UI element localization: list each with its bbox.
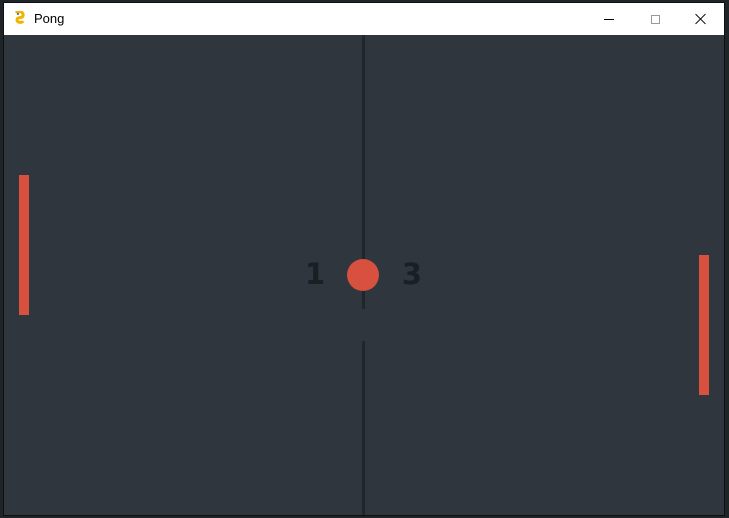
maximize-button[interactable] xyxy=(632,3,678,35)
maximize-icon xyxy=(650,14,660,24)
pygame-snake-icon xyxy=(14,11,25,24)
minimize-icon xyxy=(604,18,614,20)
desktop-background: Pong 1 3 xyxy=(0,0,729,518)
pong-window: Pong 1 3 xyxy=(3,2,725,516)
window-title: Pong xyxy=(34,11,65,26)
close-button[interactable] xyxy=(678,3,724,35)
ball xyxy=(347,259,379,291)
minimize-button[interactable] xyxy=(586,3,632,35)
window-titlebar[interactable]: Pong xyxy=(4,3,724,35)
left-score: 1 xyxy=(304,257,326,291)
center-net-bottom xyxy=(362,341,365,515)
game-canvas[interactable]: 1 3 xyxy=(4,35,724,515)
close-icon xyxy=(695,13,707,25)
left-paddle xyxy=(19,175,29,315)
right-paddle xyxy=(699,255,709,395)
right-score: 3 xyxy=(401,257,423,291)
